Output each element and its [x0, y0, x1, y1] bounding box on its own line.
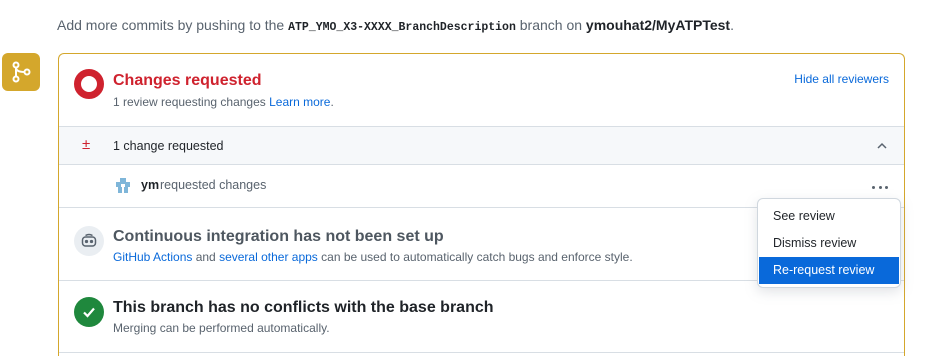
change-requested-label: 1 change requested [113, 139, 224, 153]
change-requested-toggle[interactable]: ± 1 change requested [59, 126, 904, 165]
diff-icon: ± [82, 136, 91, 153]
git-merge-icon [2, 53, 40, 91]
robot-icon [74, 226, 104, 256]
learn-more-link[interactable]: Learn more [269, 95, 330, 109]
push-instructions-prefix: Add more commits by pushing to the [57, 17, 289, 33]
reviewer-name[interactable]: ym [141, 178, 159, 192]
kebab-menu-icon[interactable] [870, 178, 890, 196]
review-status-title: Changes requested [113, 72, 262, 89]
ci-subtitle: GitHub Actions and several other apps ca… [113, 250, 633, 264]
avatar[interactable] [114, 177, 132, 195]
ci-and-text: and [192, 250, 220, 264]
conflicts-title: This branch has no conflicts with the ba… [113, 299, 494, 316]
other-apps-link[interactable]: several other apps [219, 250, 318, 264]
ci-rest-text: can be used to automatically catch bugs … [317, 250, 633, 264]
re-request-review-menu-item[interactable]: Re-request review [759, 257, 899, 284]
ci-title: Continuous integration has not been set … [113, 228, 444, 245]
chevron-up-icon[interactable] [876, 140, 888, 152]
hide-all-reviewers-link[interactable]: Hide all reviewers [794, 72, 889, 86]
see-review-menu-item[interactable]: See review [758, 203, 900, 230]
repo-name: ymouhat2/MyATPTest [585, 17, 731, 33]
dismiss-review-menu-item[interactable]: Dismiss review [758, 230, 900, 257]
push-instructions-middle: branch on [515, 17, 586, 33]
reviewer-action: requested changes [160, 178, 267, 192]
review-status-subtitle: 1 review requesting changes Learn more. [113, 95, 334, 109]
push-instructions-suffix: . [730, 17, 734, 33]
review-count-text: 1 review requesting changes [113, 95, 270, 109]
push-instructions: Add more commits by pushing to the ATP_Y… [57, 17, 734, 34]
branch-name: ATP_YMO_X3-XXXX_BranchDescription [288, 21, 516, 34]
review-status-section: Changes requested 1 review requesting ch… [59, 54, 904, 126]
conflicts-subtitle: Merging can be performed automatically. [113, 321, 330, 335]
changes-requested-icon [74, 69, 104, 99]
github-actions-link[interactable]: GitHub Actions [113, 250, 192, 264]
review-actions-menu: See review Dismiss review Re-request rev… [757, 198, 901, 288]
check-icon [74, 297, 104, 327]
conflicts-section: This branch has no conflicts with the ba… [59, 281, 904, 353]
review-subtitle-end: . [330, 95, 334, 109]
